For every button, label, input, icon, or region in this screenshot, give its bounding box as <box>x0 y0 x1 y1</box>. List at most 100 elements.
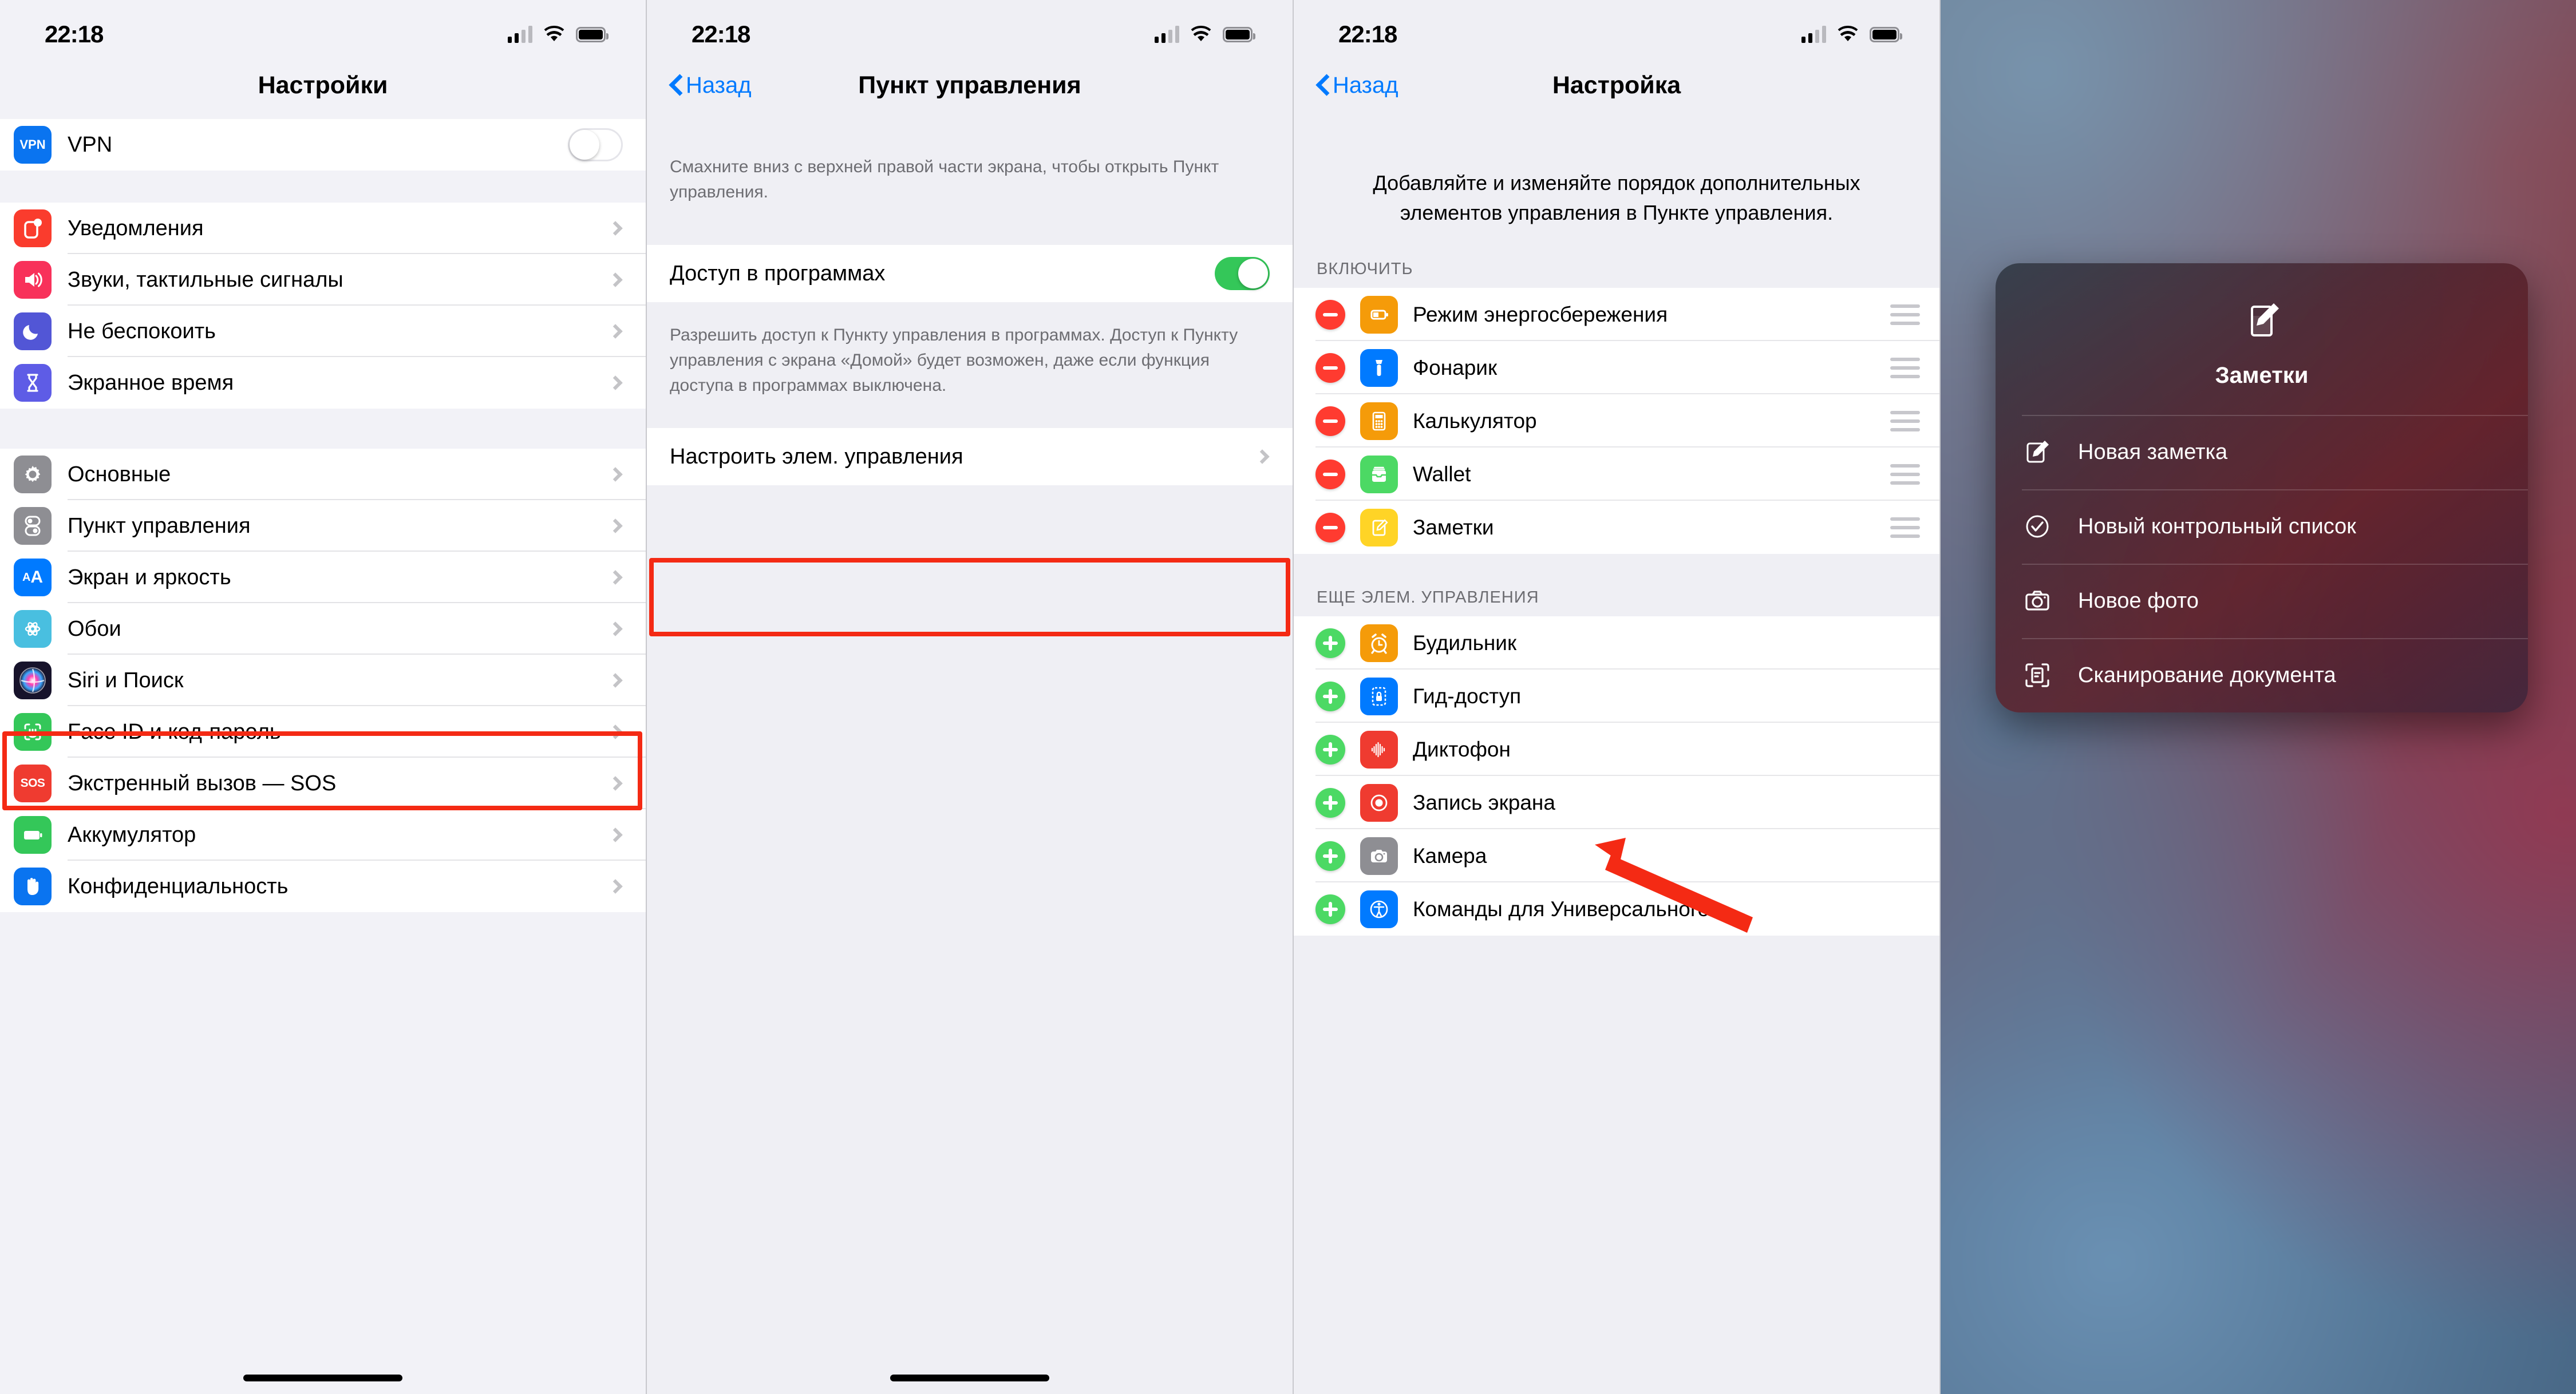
settings-row-battery[interactable]: Аккумулятор <box>0 809 646 861</box>
menu-item-scan-document[interactable]: Сканирование документа <box>1996 638 2528 712</box>
list-item[interactable]: Будильник <box>1294 616 1939 670</box>
add-icon[interactable] <box>1315 841 1345 871</box>
chevron-right-icon <box>608 467 623 482</box>
drag-handle-icon[interactable] <box>1890 357 1920 378</box>
settings-row-display-brightness[interactable]: AA Экран и яркость <box>0 552 646 603</box>
drag-handle-icon[interactable] <box>1890 517 1920 538</box>
menu-item-new-checklist[interactable]: Новый контрольный список <box>1996 489 2528 564</box>
row-label: Настроить элем. управления <box>670 444 963 469</box>
remove-icon[interactable] <box>1315 299 1345 330</box>
add-icon[interactable] <box>1315 894 1345 924</box>
chevron-right-icon <box>608 621 623 636</box>
list-item[interactable]: Команды для Универсального... <box>1294 882 1939 936</box>
group-spacer <box>0 409 646 449</box>
list-item-label: Диктофон <box>1413 737 1511 761</box>
add-icon[interactable] <box>1315 787 1345 818</box>
add-icon[interactable] <box>1315 628 1345 658</box>
context-menu-card: Заметки Новая заметка Новый контрольный … <box>1996 263 2528 712</box>
camera-icon <box>2022 585 2053 616</box>
menu-item-new-photo[interactable]: Новое фото <box>1996 564 2528 638</box>
panel-notes-context-menu: Заметки Новая заметка Новый контрольный … <box>1941 0 2576 1394</box>
menu-item-label: Новое фото <box>2078 588 2199 613</box>
chevron-right-icon <box>608 570 623 585</box>
drag-handle-icon[interactable] <box>1890 464 1920 485</box>
remove-icon[interactable] <box>1315 406 1345 436</box>
menu-item-new-note[interactable]: Новая заметка <box>1996 415 2528 489</box>
wifi-icon <box>1190 25 1212 43</box>
remove-icon[interactable] <box>1315 459 1345 489</box>
drag-handle-icon[interactable] <box>1890 410 1920 431</box>
list-item-label: Будильник <box>1413 631 1517 655</box>
list-item[interactable]: Калькулятор <box>1294 394 1939 447</box>
list-item[interactable]: Камера <box>1294 829 1939 882</box>
settings-row-label: Пункт управления <box>68 513 251 538</box>
list-item[interactable]: Гид-доступ <box>1294 670 1939 723</box>
access-in-apps-toggle[interactable] <box>1215 257 1270 290</box>
notes-icon <box>1360 508 1398 546</box>
remove-icon[interactable] <box>1315 512 1345 542</box>
settings-row-sos[interactable]: SOS Экстренный вызов — SOS <box>0 758 646 809</box>
settings-row-label: Face ID и код-пароль <box>68 719 281 744</box>
cellular-signal-icon <box>1155 26 1179 43</box>
settings-row-vpn[interactable]: VPN VPN <box>0 119 646 171</box>
status-bar: 22:18 <box>0 0 646 52</box>
list-item[interactable]: Диктофон <box>1294 723 1939 776</box>
low-power-mode-icon <box>1360 295 1398 334</box>
list-item-label: Wallet <box>1413 462 1471 486</box>
list-item[interactable]: Wallet <box>1294 447 1939 501</box>
settings-row-face-id[interactable]: Face ID и код-пароль <box>0 706 646 758</box>
new-note-icon <box>2022 437 2053 468</box>
row-customize-controls[interactable]: Настроить элем. управления <box>647 428 1293 485</box>
list-item[interactable]: Режим энергосбережения <box>1294 288 1939 341</box>
drag-handle-icon[interactable] <box>1890 304 1920 325</box>
notifications-icon <box>14 209 52 247</box>
panel-settings: 22:18 Настройки VPN VPN Уведомления Звук… <box>0 0 647 1394</box>
camera-icon <box>1360 837 1398 875</box>
chevron-left-icon <box>670 76 681 95</box>
list-item[interactable]: Запись экрана <box>1294 776 1939 829</box>
chevron-right-icon <box>608 375 623 390</box>
row-access-in-apps[interactable]: Доступ в программах <box>647 245 1293 302</box>
settings-row-notifications[interactable]: Уведомления <box>0 203 646 254</box>
list-item-label: Гид-доступ <box>1413 684 1522 708</box>
group-spacer <box>0 171 646 203</box>
status-bar: 22:18 <box>1294 0 1939 52</box>
settings-group-general: Основные Пункт управления AA Экран и ярк… <box>0 449 646 912</box>
panel-customize: 22:18 Назад Настройка Добавляйте и измен… <box>1294 0 1941 1394</box>
vpn-toggle[interactable] <box>568 128 623 161</box>
add-icon[interactable] <box>1315 734 1345 765</box>
general-gear-icon <box>14 456 52 493</box>
battery-icon <box>1870 26 1902 42</box>
chevron-right-icon <box>1255 449 1270 464</box>
checklist-icon <box>2022 511 2053 542</box>
settings-row-label: Основные <box>68 462 171 486</box>
context-menu-header: Заметки <box>1996 263 2528 415</box>
siri-icon <box>14 662 52 699</box>
settings-group-vpn: VPN VPN <box>0 119 646 171</box>
settings-row-label: Не беспокоить <box>68 319 216 343</box>
list-item[interactable]: Фонарик <box>1294 341 1939 394</box>
back-button[interactable]: Назад <box>670 73 752 98</box>
settings-row-general[interactable]: Основные <box>0 449 646 500</box>
settings-row-screen-time[interactable]: Экранное время <box>0 357 646 409</box>
control-center-nav-bar: Назад Пункт управления <box>647 52 1293 119</box>
remove-icon[interactable] <box>1315 353 1345 383</box>
status-icons <box>1155 25 1255 43</box>
settings-row-privacy[interactable]: Конфиденциальность <box>0 861 646 912</box>
customize-intro: Добавляйте и изменяйте порядок дополните… <box>1373 171 1860 224</box>
settings-row-control-center[interactable]: Пункт управления <box>0 500 646 552</box>
add-icon[interactable] <box>1315 681 1345 711</box>
control-center-icon <box>14 507 52 545</box>
settings-row-wallpaper[interactable]: Обои <box>0 603 646 655</box>
settings-row-sounds[interactable]: Звуки, тактильные сигналы <box>0 254 646 306</box>
chevron-right-icon <box>608 272 623 287</box>
back-button-label: Назад <box>1333 72 1398 98</box>
battery-icon <box>576 26 609 42</box>
status-icons <box>1801 25 1902 43</box>
back-button[interactable]: Назад <box>1317 73 1398 98</box>
list-item[interactable]: Заметки <box>1294 501 1939 554</box>
settings-row-siri[interactable]: Siri и Поиск <box>0 655 646 706</box>
access-in-apps-group: Доступ в программах <box>647 245 1293 302</box>
cellular-signal-icon <box>1801 26 1826 43</box>
settings-row-do-not-disturb[interactable]: Не беспокоить <box>0 306 646 357</box>
